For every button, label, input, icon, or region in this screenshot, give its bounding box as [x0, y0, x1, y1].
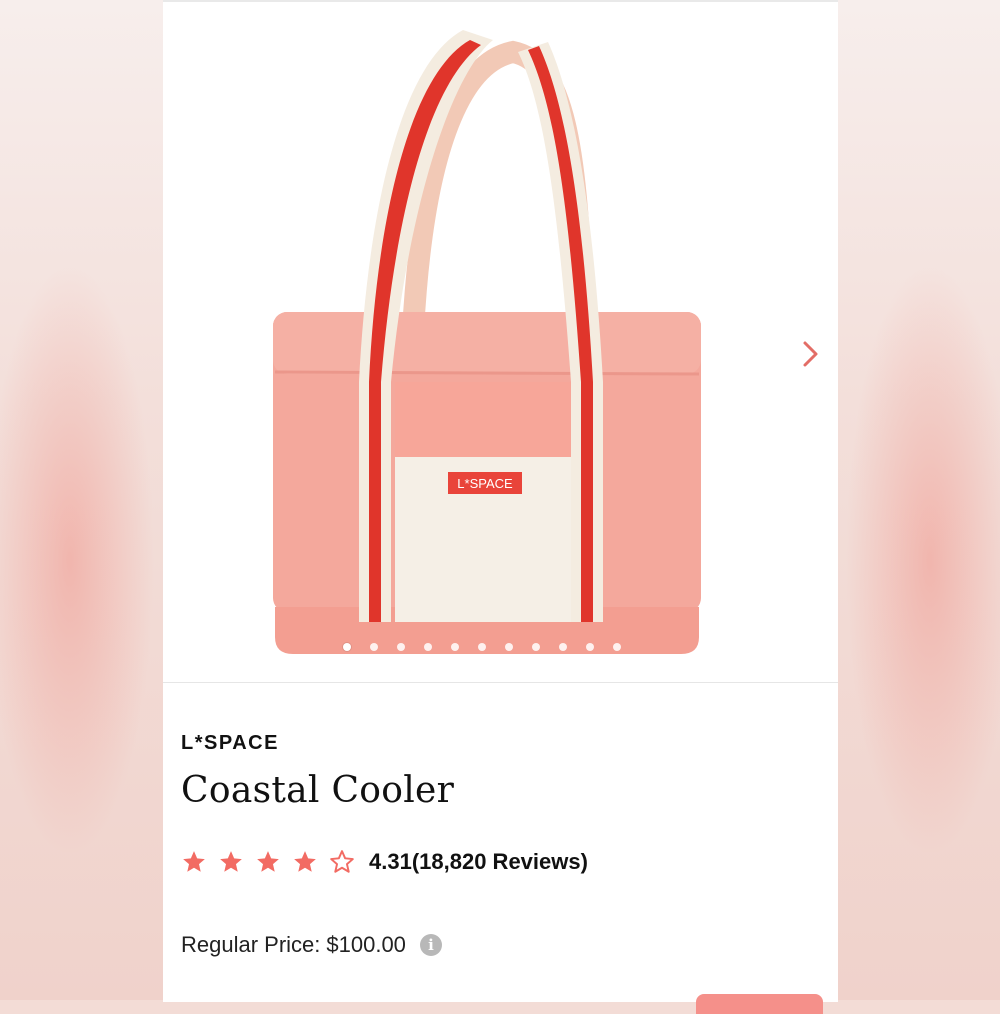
- brand-name[interactable]: L*SPACE: [181, 732, 279, 755]
- product-image-carousel[interactable]: L*SPACE: [163, 2, 838, 683]
- price-amount: $100.00: [326, 932, 406, 957]
- chevron-right-icon[interactable]: [793, 337, 827, 371]
- carousel-dot[interactable]: [397, 643, 405, 651]
- bag-logo-text: L*SPACE: [457, 476, 513, 491]
- review-count[interactable]: (18,820 Reviews): [412, 849, 588, 875]
- product-image: L*SPACE: [273, 30, 701, 654]
- carousel-dot[interactable]: [532, 643, 540, 651]
- carousel-dot[interactable]: [424, 643, 432, 651]
- star-icon: [257, 851, 279, 872]
- product-card: L*SPACE L*SPACE Coastal Cooler 4.31 (18,…: [163, 0, 838, 1014]
- star-outline-icon: [330, 850, 354, 873]
- price-label: Regular Price:: [181, 932, 321, 957]
- carousel-dot[interactable]: [343, 643, 351, 651]
- star-icon: [294, 851, 316, 872]
- carousel-dot[interactable]: [613, 643, 621, 651]
- rating-stars: [181, 849, 355, 875]
- rating-value: 4.31: [369, 849, 412, 874]
- carousel-dot[interactable]: [586, 643, 594, 651]
- carousel-dot[interactable]: [559, 643, 567, 651]
- carousel-dot[interactable]: [505, 643, 513, 651]
- carousel-dots: [343, 640, 663, 654]
- star-icon: [183, 851, 205, 872]
- carousel-dot[interactable]: [370, 643, 378, 651]
- carousel-dot[interactable]: [478, 643, 486, 651]
- price-row: Regular Price: $100.00 i: [181, 932, 442, 958]
- info-icon[interactable]: i: [419, 934, 442, 956]
- product-title: Coastal Cooler: [181, 770, 455, 811]
- product-rating[interactable]: 4.31 (18,820 Reviews): [181, 844, 588, 880]
- star-icon: [220, 851, 242, 872]
- add-to-bag-button[interactable]: [696, 994, 823, 1014]
- carousel-dot[interactable]: [451, 643, 459, 651]
